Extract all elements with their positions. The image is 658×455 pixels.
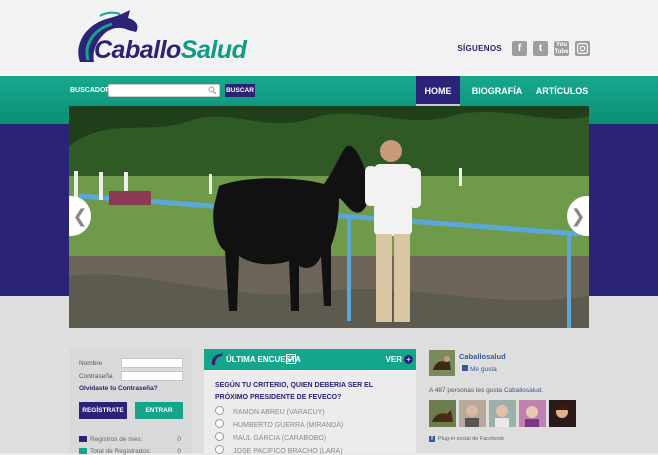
fan-avatar[interactable] [519, 400, 546, 427]
forgot-password-link[interactable]: Olvidaste tu Contraseña? [79, 385, 158, 392]
logo-text-caballo: Caballo [94, 36, 181, 64]
facebook-like-button[interactable]: Me gusta [462, 365, 497, 373]
nav-biografia[interactable]: BIOGRAFÍA [467, 76, 527, 106]
fan-avatar[interactable] [429, 400, 456, 427]
stat-monthly-value: 0 [177, 436, 181, 443]
social-label: SÍGUENOS [457, 44, 502, 53]
logo-text-salud: Salud [180, 36, 247, 64]
page-avatar[interactable] [429, 350, 455, 376]
twitter-icon[interactable]: t [533, 41, 548, 56]
poll-option[interactable]: RAMON ABREU (VARACUY) [215, 406, 325, 416]
search-label: BUSCADOR [70, 87, 111, 94]
like-label: Me gusta [470, 366, 497, 373]
register-button[interactable]: REGÍSTRATE [79, 402, 127, 419]
stat-monthly: Registros de mes: 0 [79, 436, 181, 443]
instagram-icon[interactable] [575, 41, 590, 56]
fan-faces [429, 400, 576, 427]
poll-box: ÚLTIMA ENCUESTA VER + SEGÚN TU CRITERIO,… [204, 349, 416, 455]
facebook-icon[interactable]: f [512, 41, 527, 56]
radio-icon[interactable] [215, 419, 224, 428]
users-icon [79, 436, 87, 443]
poll-option-label: RAMON ABREU (VARACUY) [233, 409, 325, 416]
poll-option-label: RAUL GARCIA (CARABOBO) [233, 435, 327, 442]
stat-total: Total de Registrados: 0 [79, 448, 181, 455]
search-icon[interactable] [208, 86, 217, 95]
password-field[interactable] [121, 371, 183, 381]
poll-header: ÚLTIMA ENCUESTA VER + [204, 349, 416, 370]
poll-question: SEGÚN TU CRITERIO, QUIEN DEBERIA SER EL … [215, 382, 373, 401]
like-count-link[interactable]: Caballosalud. [504, 387, 543, 394]
checkbox-icon [286, 354, 296, 364]
nav-articulos[interactable]: ARTÍCULOS [534, 76, 590, 106]
chevron-right-icon: ❯ [570, 205, 586, 226]
password-label: Contraseña [79, 373, 113, 380]
plus-icon[interactable]: + [404, 355, 413, 364]
like-count-text: A 487 personas les gusta [429, 387, 502, 394]
poll-option[interactable]: JOSE PACIFICO BRACHO (LARA) [215, 445, 343, 455]
plugin-text: Plug-in social de Facebook [438, 436, 505, 442]
fan-avatar[interactable] [549, 400, 576, 427]
nav-home[interactable]: HOME [416, 76, 460, 106]
fan-avatar[interactable] [459, 400, 486, 427]
horse-logo-icon [211, 353, 223, 365]
fan-avatar[interactable] [489, 400, 516, 427]
youtube-icon[interactable]: You Tube [554, 41, 569, 56]
hero-slider-image[interactable] [69, 106, 589, 328]
radio-icon[interactable] [215, 406, 224, 415]
login-button[interactable]: ENTRAR [135, 402, 183, 419]
users-icon [79, 448, 87, 455]
facebook-widget: Caballosalud Me gusta A 487 personas les… [427, 349, 587, 453]
thumbs-up-icon [462, 365, 468, 371]
poll-option-label: HUMBERTO GUERRA (MIRANDA) [233, 422, 344, 429]
logo-text: CaballoSalud [94, 36, 247, 65]
poll-option[interactable]: HUMBERTO GUERRA (MIRANDA) [215, 419, 343, 429]
stat-monthly-label: Registros de mes: [90, 436, 143, 443]
login-box: Nombre Contraseña Olvidaste tu Contraseñ… [69, 349, 192, 455]
facebook-plugin-label[interactable]: f Plug-in social de Facebook [429, 436, 504, 442]
site-logo[interactable]: CaballoSalud [70, 10, 247, 72]
search-button[interactable]: BUSCAR [225, 84, 255, 97]
search-input[interactable] [108, 84, 220, 97]
poll-option-label: JOSE PACIFICO BRACHO (LARA) [233, 448, 343, 455]
chevron-left-icon: ❮ [72, 205, 88, 226]
stat-total-value: 0 [177, 448, 181, 455]
facebook-page-name[interactable]: Caballosalud [459, 352, 506, 361]
name-label: Nombre [79, 360, 103, 367]
poll-option[interactable]: RAUL GARCIA (CARABOBO) [215, 432, 326, 442]
social-links: SÍGUENOS f t You Tube [457, 41, 590, 56]
site-header: CaballoSalud SÍGUENOS f t You Tube [0, 0, 658, 76]
poll-view-link[interactable]: VER [386, 355, 402, 364]
stat-total-label: Total de Registrados: [90, 448, 152, 455]
radio-icon[interactable] [215, 432, 224, 441]
name-field[interactable] [121, 358, 183, 368]
facebook-like-count: A 487 personas les gusta Caballosalud. [429, 387, 543, 394]
facebook-icon: f [429, 436, 435, 442]
